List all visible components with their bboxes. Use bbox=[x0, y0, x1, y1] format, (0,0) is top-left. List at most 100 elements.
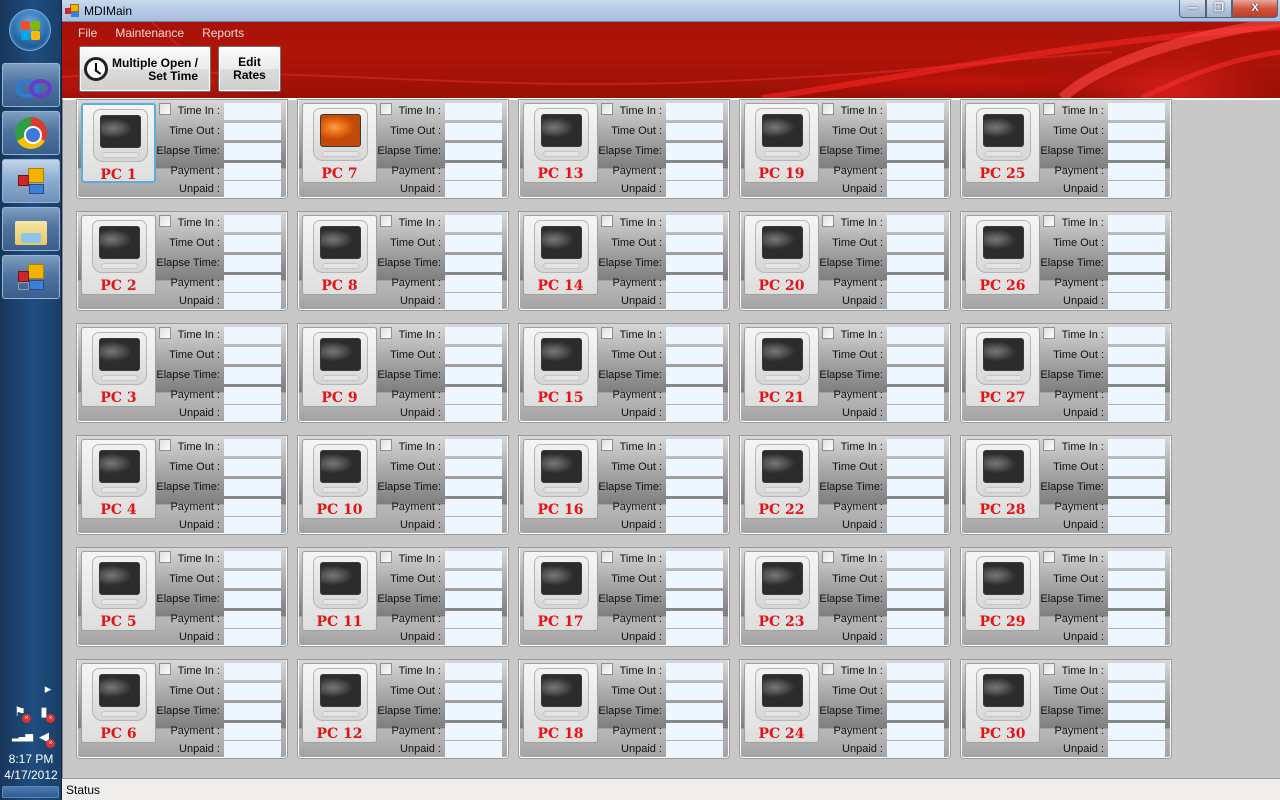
payment-field[interactable] bbox=[887, 499, 944, 516]
pc-tile-button[interactable]: PC 1 bbox=[81, 103, 156, 183]
elapse-time-field[interactable] bbox=[224, 143, 281, 160]
elapse-time-field[interactable] bbox=[1108, 143, 1165, 160]
time-out-field[interactable] bbox=[1108, 347, 1165, 364]
elapse-time-field[interactable] bbox=[224, 479, 281, 496]
time-out-field[interactable] bbox=[666, 123, 723, 140]
time-in-field[interactable] bbox=[887, 439, 944, 456]
clock-time[interactable]: 8:17 PM bbox=[0, 752, 62, 766]
elapse-time-field[interactable] bbox=[666, 255, 723, 272]
elapse-time-field[interactable] bbox=[445, 479, 502, 496]
pc-tile-button[interactable]: PC 21 bbox=[744, 327, 819, 407]
pc-tile-button[interactable]: PC 3 bbox=[81, 327, 156, 407]
elapse-time-field[interactable] bbox=[887, 703, 944, 720]
payment-field[interactable] bbox=[1108, 499, 1165, 516]
taskbar-item-app-window-2[interactable] bbox=[2, 255, 60, 299]
time-out-field[interactable] bbox=[666, 235, 723, 252]
pc-tile-button[interactable]: PC 22 bbox=[744, 439, 819, 519]
time-in-field[interactable] bbox=[224, 663, 281, 680]
payment-field[interactable] bbox=[1108, 387, 1165, 404]
pc-tile-button[interactable]: PC 28 bbox=[965, 439, 1040, 519]
unpaid-field[interactable] bbox=[445, 741, 502, 758]
time-out-field[interactable] bbox=[224, 347, 281, 364]
pc-tile-button[interactable]: PC 25 bbox=[965, 103, 1040, 183]
elapse-time-field[interactable] bbox=[224, 255, 281, 272]
elapse-time-field[interactable] bbox=[445, 703, 502, 720]
payment-field[interactable] bbox=[1108, 611, 1165, 628]
unpaid-field[interactable] bbox=[445, 629, 502, 646]
unpaid-field[interactable] bbox=[666, 517, 723, 534]
elapse-time-field[interactable] bbox=[887, 367, 944, 384]
taskbar-item-visual-studio[interactable] bbox=[2, 63, 60, 107]
time-out-field[interactable] bbox=[1108, 683, 1165, 700]
restore-button[interactable]: ❐ bbox=[1206, 0, 1232, 18]
elapse-time-field[interactable] bbox=[887, 591, 944, 608]
payment-field[interactable] bbox=[1108, 163, 1165, 180]
pc-tile-button[interactable]: PC 18 bbox=[523, 663, 598, 743]
payment-field[interactable] bbox=[887, 611, 944, 628]
title-bar[interactable]: MDIMain — ❐ X bbox=[62, 0, 1280, 22]
taskbar-item-chrome[interactable] bbox=[2, 111, 60, 155]
time-out-field[interactable] bbox=[224, 459, 281, 476]
payment-field[interactable] bbox=[224, 499, 281, 516]
edit-rates-button[interactable]: Edit Rates bbox=[218, 46, 281, 92]
elapse-time-field[interactable] bbox=[445, 143, 502, 160]
time-in-field[interactable] bbox=[1108, 439, 1165, 456]
time-out-field[interactable] bbox=[1108, 123, 1165, 140]
time-in-field[interactable] bbox=[1108, 103, 1165, 120]
elapse-time-field[interactable] bbox=[666, 591, 723, 608]
show-desktop-button[interactable] bbox=[2, 786, 59, 798]
elapse-time-field[interactable] bbox=[887, 479, 944, 496]
pc-tile-button[interactable]: PC 20 bbox=[744, 215, 819, 295]
time-out-field[interactable] bbox=[445, 235, 502, 252]
pc-tile-button[interactable]: PC 10 bbox=[302, 439, 377, 519]
unpaid-field[interactable] bbox=[887, 517, 944, 534]
start-button[interactable] bbox=[9, 9, 51, 51]
elapse-time-field[interactable] bbox=[445, 255, 502, 272]
unpaid-field[interactable] bbox=[224, 293, 281, 310]
elapse-time-field[interactable] bbox=[666, 703, 723, 720]
close-button[interactable]: X bbox=[1232, 0, 1278, 18]
elapse-time-field[interactable] bbox=[666, 479, 723, 496]
action-center-flag-icon[interactable]: ⚑ × bbox=[12, 704, 31, 723]
payment-field[interactable] bbox=[887, 723, 944, 740]
unpaid-field[interactable] bbox=[1108, 181, 1165, 198]
payment-field[interactable] bbox=[887, 387, 944, 404]
time-in-field[interactable] bbox=[666, 663, 723, 680]
payment-field[interactable] bbox=[666, 275, 723, 292]
time-out-field[interactable] bbox=[666, 683, 723, 700]
time-in-field[interactable] bbox=[1108, 663, 1165, 680]
time-out-field[interactable] bbox=[224, 571, 281, 588]
network-signal-icon[interactable]: ▂▃▅ bbox=[12, 729, 33, 745]
time-out-field[interactable] bbox=[445, 459, 502, 476]
unpaid-field[interactable] bbox=[224, 629, 281, 646]
pc-tile-button[interactable]: PC 2 bbox=[81, 215, 156, 295]
payment-field[interactable] bbox=[224, 387, 281, 404]
payment-field[interactable] bbox=[1108, 275, 1165, 292]
show-hidden-icons-button[interactable]: ▸ bbox=[40, 681, 56, 697]
elapse-time-field[interactable] bbox=[224, 703, 281, 720]
time-in-field[interactable] bbox=[224, 103, 281, 120]
elapse-time-field[interactable] bbox=[1108, 255, 1165, 272]
pc-tile-button[interactable]: PC 16 bbox=[523, 439, 598, 519]
power-plug-icon[interactable]: ▮ × bbox=[36, 704, 55, 723]
time-in-field[interactable] bbox=[445, 663, 502, 680]
time-out-field[interactable] bbox=[1108, 459, 1165, 476]
unpaid-field[interactable] bbox=[666, 293, 723, 310]
unpaid-field[interactable] bbox=[666, 181, 723, 198]
payment-field[interactable] bbox=[224, 611, 281, 628]
time-in-field[interactable] bbox=[666, 327, 723, 344]
time-out-field[interactable] bbox=[666, 571, 723, 588]
unpaid-field[interactable] bbox=[887, 293, 944, 310]
elapse-time-field[interactable] bbox=[1108, 367, 1165, 384]
pc-tile-button[interactable]: PC 26 bbox=[965, 215, 1040, 295]
unpaid-field[interactable] bbox=[445, 181, 502, 198]
elapse-time-field[interactable] bbox=[445, 591, 502, 608]
elapse-time-field[interactable] bbox=[224, 367, 281, 384]
payment-field[interactable] bbox=[666, 723, 723, 740]
time-out-field[interactable] bbox=[224, 123, 281, 140]
elapse-time-field[interactable] bbox=[1108, 479, 1165, 496]
payment-field[interactable] bbox=[445, 611, 502, 628]
time-in-field[interactable] bbox=[445, 551, 502, 568]
time-in-field[interactable] bbox=[1108, 215, 1165, 232]
time-in-field[interactable] bbox=[224, 327, 281, 344]
